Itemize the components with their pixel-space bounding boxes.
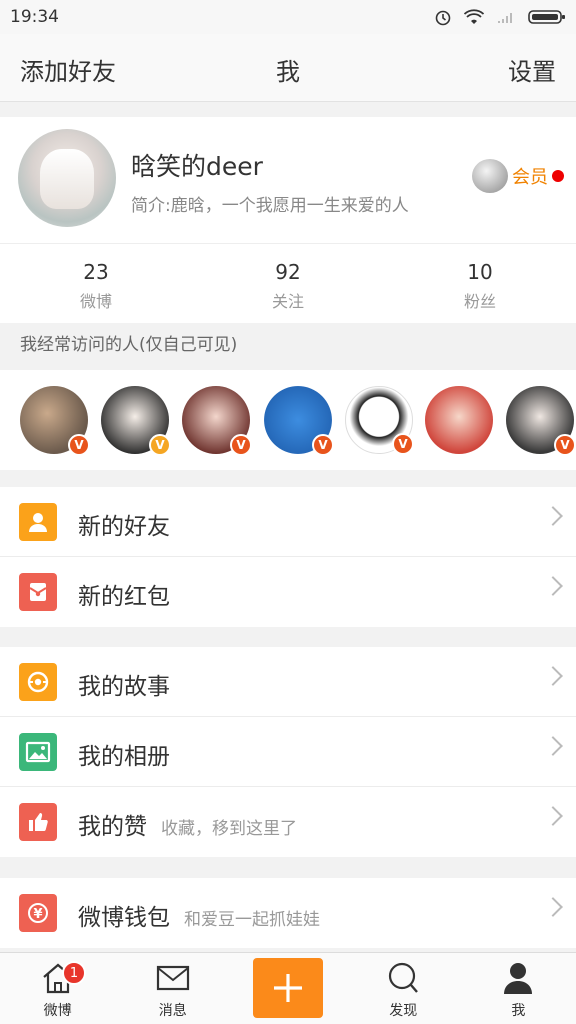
frequent-avatar[interactable] xyxy=(425,386,493,454)
menu-sub-text: 和爱豆一起抓娃娃 xyxy=(184,910,320,930)
menu-item-my-album[interactable]: 我的相册 xyxy=(0,717,576,787)
tab-me[interactable]: 我 xyxy=(461,953,576,1024)
story-icon xyxy=(19,663,57,701)
menu-label: 我的故事 xyxy=(78,674,170,700)
frequent-avatar[interactable]: V xyxy=(345,386,414,455)
verified-icon: V xyxy=(230,434,252,456)
envelope-icon xyxy=(156,965,189,991)
add-friend-button[interactable]: 添加好友 xyxy=(20,52,116,87)
menu-item-weibo-wallet[interactable]: ¥ 微博钱包 和爱豆一起抓娃娃 xyxy=(0,878,576,948)
avatar[interactable] xyxy=(18,129,116,227)
frequent-avatar[interactable]: V xyxy=(20,386,90,456)
stat-posts[interactable]: 23 微博 xyxy=(0,244,192,323)
chevron-right-icon xyxy=(543,666,563,686)
menu-label: 我的相册 xyxy=(78,744,170,770)
signal-icon xyxy=(498,13,512,23)
compose-button[interactable] xyxy=(253,958,323,1018)
profile-icon xyxy=(504,963,533,994)
stat-label: 关注 xyxy=(271,292,304,311)
verified-icon: V xyxy=(68,434,90,456)
stat-followers[interactable]: 10 粉丝 xyxy=(384,244,576,323)
stat-label: 粉丝 xyxy=(463,292,496,311)
wifi-icon xyxy=(464,9,484,24)
stat-number: 92 xyxy=(275,260,301,284)
tab-label: 我 xyxy=(511,1003,526,1019)
stat-number: 10 xyxy=(467,260,493,284)
chevron-right-icon xyxy=(543,897,563,917)
menu-item-my-story[interactable]: 我的故事 xyxy=(0,647,576,717)
menu-group-friends: 新的好友 新的红包 xyxy=(0,487,576,627)
tab-discover[interactable]: 发现 xyxy=(346,953,461,1024)
search-icon xyxy=(389,962,419,993)
stat-following[interactable]: 92 关注 xyxy=(192,244,384,323)
verified-icon: V xyxy=(149,434,171,456)
album-icon xyxy=(19,733,57,771)
plus-icon xyxy=(274,974,302,1002)
battery-icon xyxy=(528,10,565,24)
frequent-avatar[interactable]: V xyxy=(506,386,576,456)
menu-label: 微博钱包 和爱豆一起抓娃娃 xyxy=(78,898,320,932)
top-nav-bar: 添加好友 我 设置 xyxy=(0,34,576,102)
red-envelope-icon xyxy=(19,573,57,611)
status-bar: 19:34 xyxy=(0,0,576,34)
tab-weibo[interactable]: 1 微博 xyxy=(0,953,115,1024)
frequent-avatar[interactable]: V xyxy=(101,386,171,456)
tab-label: 消息 xyxy=(158,1003,187,1019)
frequent-visits-list: V V V V V V xyxy=(0,370,576,470)
frequent-visits-title: 我经常访问的人(仅自己可见) xyxy=(20,335,238,355)
person-icon xyxy=(19,503,57,541)
tab-label: 微博 xyxy=(43,1003,72,1019)
menu-label: 新的红包 xyxy=(78,584,170,610)
menu-item-new-red-envelope[interactable]: 新的红包 xyxy=(0,557,576,627)
profile-stats: 23 微博 92 关注 10 粉丝 xyxy=(0,243,576,323)
vip-badge[interactable]: 会员 xyxy=(472,159,564,193)
profile-card[interactable]: 晗笑的deer 简介:鹿晗，一个我愿用一生来爱的人 会员 23 微博 92 关注… xyxy=(0,117,576,323)
verified-icon: V xyxy=(312,434,334,456)
chevron-right-icon xyxy=(543,736,563,756)
crown-icon xyxy=(472,159,508,193)
verified-icon: V xyxy=(392,433,414,455)
menu-label: 我的赞 收藏，移到这里了 xyxy=(78,807,297,841)
verified-icon: V xyxy=(554,434,576,456)
frequent-avatar[interactable]: V xyxy=(182,386,252,456)
profile-bio: 简介:鹿晗，一个我愿用一生来爱的人 xyxy=(131,196,409,216)
menu-label-text: 微博钱包 xyxy=(78,905,170,931)
menu-sub-text: 收藏，移到这里了 xyxy=(161,819,297,839)
stat-label: 微博 xyxy=(79,292,112,311)
settings-button[interactable]: 设置 xyxy=(508,52,556,87)
menu-item-new-friends[interactable]: 新的好友 xyxy=(0,487,576,557)
menu-group-wallet: ¥ 微博钱包 和爱豆一起抓娃娃 xyxy=(0,878,576,948)
thumbs-up-icon xyxy=(19,803,57,841)
menu-label: 新的好友 xyxy=(78,514,170,540)
tab-label: 发现 xyxy=(389,1003,418,1019)
profile-name: 晗笑的deer xyxy=(131,152,263,181)
menu-group-personal: 我的故事 我的相册 我的赞 收藏，移到这里了 xyxy=(0,647,576,857)
vip-label: 会员 xyxy=(512,167,548,188)
tab-messages[interactable]: 消息 xyxy=(115,953,230,1024)
wallet-icon: ¥ xyxy=(19,894,57,932)
stat-number: 23 xyxy=(83,260,109,284)
chevron-right-icon xyxy=(543,506,563,526)
unread-badge: 1 xyxy=(62,961,86,985)
chevron-right-icon xyxy=(543,576,563,596)
notification-dot xyxy=(552,170,564,182)
status-time: 19:34 xyxy=(10,7,59,27)
menu-label-text: 我的赞 xyxy=(78,814,147,840)
alarm-icon xyxy=(435,10,451,26)
chevron-right-icon xyxy=(543,806,563,826)
svg-text:¥: ¥ xyxy=(33,907,42,922)
frequent-avatar[interactable]: V xyxy=(264,386,334,456)
menu-item-my-likes[interactable]: 我的赞 收藏，移到这里了 xyxy=(0,787,576,857)
